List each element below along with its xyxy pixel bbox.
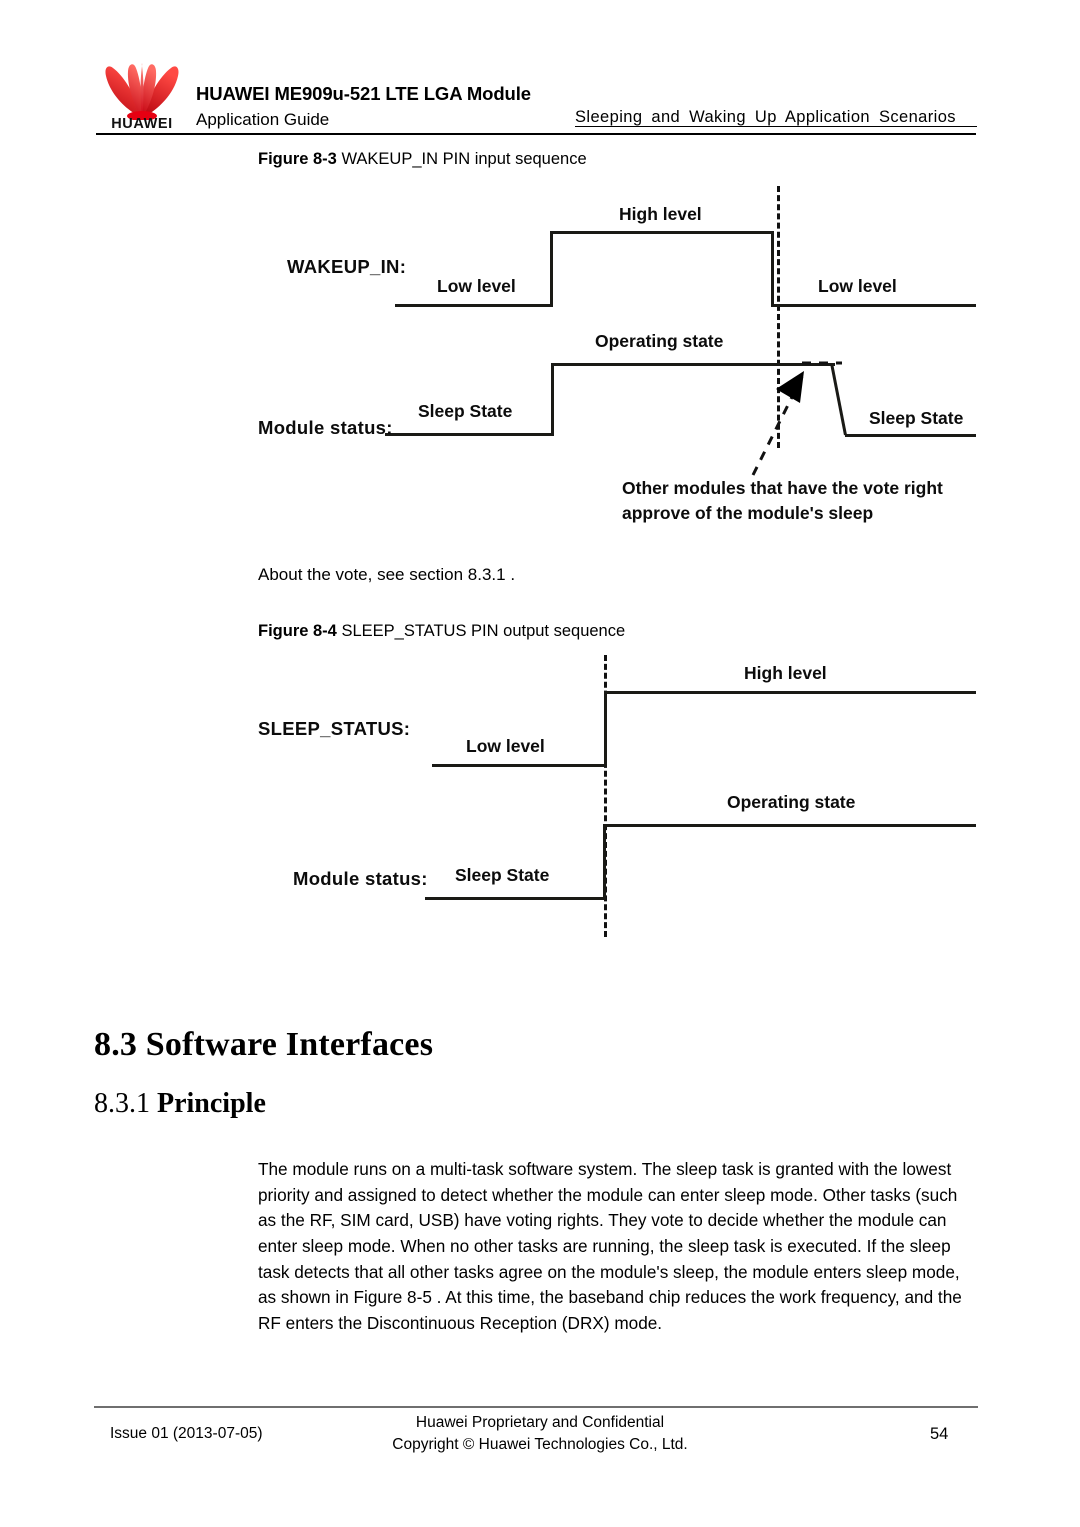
sleep-status-label: SLEEP_STATUS: [258,718,411,739]
sleep-status-rising-edge [604,692,607,767]
sleep-status-low-label: Low level [466,736,545,756]
module-status-sleep-segment-84 [425,897,606,900]
sleep-status-high-segment [604,691,976,694]
module-status-label-84: Module status: [293,868,428,889]
principle-paragraph: The module runs on a multi-task software… [258,1159,962,1333]
module-status-sleep-label-84: Sleep State [455,865,550,885]
module-status-operating-label-84: Operating state [727,792,856,812]
section-title-principle: Principle [157,1088,266,1119]
footer-page-number: 54 [930,1425,949,1443]
sleep-status-low-segment [432,764,607,767]
section-heading-8-3: 8.3 Software Interfaces [94,1026,434,1063]
footer-confidential-line1: Huawei Proprietary and Confidential [415,1414,665,1431]
footer-issue: Issue 01 (2013-07-05) [110,1425,263,1442]
section-heading-8-3-1: 8.3.1 Principle [94,1088,266,1120]
footer-confidential: Huawei Proprietary and Confidential Copy… [340,1412,740,1456]
section-number-8-3-1: 8.3.1 [94,1088,157,1119]
module-status-rising-edge-84 [603,825,606,900]
footer-copyright-line: Copyright © Huawei Technologies Co., Ltd… [392,1436,688,1453]
document-page: HUAWEI HUAWEI ME909u-521 LTE LGA Module … [0,0,1080,1527]
footer-rule [94,1406,978,1408]
sleep-status-high-label: High level [744,663,827,683]
module-status-operating-segment-84 [603,824,976,827]
figure-84-diagram: SLEEP_STATUS: Low level High level Modul… [0,0,1080,960]
